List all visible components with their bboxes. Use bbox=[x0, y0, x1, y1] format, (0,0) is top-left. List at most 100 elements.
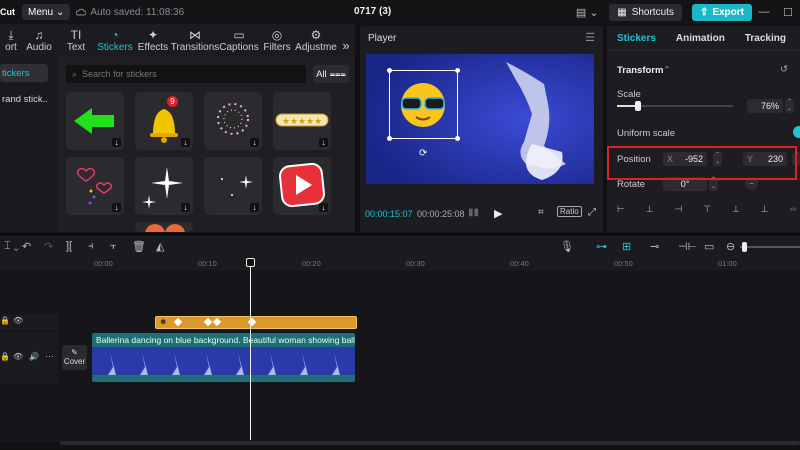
chevron-up-icon[interactable]: ⌃ bbox=[663, 65, 671, 76]
sticker-five-stars[interactable]: ★★★★★ ↓ bbox=[273, 92, 331, 150]
zoom-out-icon[interactable]: ⊖ bbox=[726, 240, 735, 253]
tab-captions[interactable]: ▭ Captions bbox=[218, 26, 260, 56]
minimize-icon[interactable]: — bbox=[752, 6, 776, 18]
sticker-play-button[interactable]: ↓ bbox=[273, 157, 331, 215]
sticker-small-sparkles[interactable]: ↓ bbox=[204, 157, 262, 215]
timeline-ruler[interactable]: 00:00 00:10 00:20 00:30 00:40 00:50 01:0… bbox=[0, 258, 800, 270]
video-preview[interactable]: ⟳ bbox=[366, 54, 594, 184]
magnet-snap-icon[interactable]: ⊶ bbox=[596, 240, 607, 253]
project-title[interactable]: 0717 (3) bbox=[354, 6, 391, 17]
align-right-icon[interactable]: ⊣ bbox=[674, 204, 682, 218]
eye-icon[interactable]: 👁 bbox=[13, 352, 23, 361]
split-right-icon[interactable]: ⫟ bbox=[110, 240, 117, 253]
split-icon[interactable]: ][ bbox=[66, 240, 72, 252]
tab-animation[interactable]: Animation bbox=[666, 26, 735, 50]
tab-filters[interactable]: ◎ Filters bbox=[260, 26, 294, 56]
download-icon[interactable]: ↓ bbox=[112, 138, 121, 147]
download-icon[interactable]: ↓ bbox=[319, 203, 328, 212]
tab-text[interactable]: TI Text bbox=[56, 26, 96, 56]
resize-handle[interactable] bbox=[387, 136, 392, 141]
reset-icon[interactable]: ↺ bbox=[780, 64, 788, 75]
redo-icon[interactable]: ↷ bbox=[44, 240, 53, 253]
distribute-icon[interactable]: ⇹ bbox=[789, 204, 797, 218]
uniform-scale-toggle[interactable] bbox=[793, 126, 800, 138]
tab-effects[interactable]: ✦ Effects bbox=[134, 26, 172, 56]
download-icon[interactable]: ↓ bbox=[250, 203, 259, 212]
tab-tracking[interactable]: Tracking bbox=[735, 26, 796, 50]
rotate-handle-icon[interactable]: ⟳ bbox=[419, 148, 427, 159]
layout-icon[interactable]: ▤ ⌄ bbox=[575, 6, 599, 19]
more-tabs-button[interactable]: » bbox=[338, 26, 354, 56]
scale-slider-thumb[interactable] bbox=[635, 101, 641, 111]
sticker-green-arrow[interactable]: ↓ bbox=[66, 92, 124, 150]
lock-icon[interactable]: 🔒 bbox=[0, 352, 10, 361]
playhead[interactable] bbox=[246, 258, 255, 440]
keyframe-marker[interactable] bbox=[203, 317, 213, 327]
sticker-search-input[interactable]: ⌕ Search for stickers bbox=[66, 65, 306, 83]
fullscreen-icon[interactable]: ⤢ bbox=[588, 207, 596, 218]
sticker-clip[interactable]: ☻ bbox=[155, 316, 357, 329]
sticker-partial[interactable] bbox=[135, 222, 193, 232]
sticker-bell[interactable]: 9 ↓ bbox=[135, 92, 193, 150]
cover-button[interactable]: ✎ Cover bbox=[62, 345, 87, 370]
zoom-slider-thumb[interactable] bbox=[742, 242, 747, 252]
crop-icon[interactable]: ⌗ bbox=[538, 207, 544, 218]
frame-grid-icon[interactable]: ▮▮ bbox=[468, 207, 479, 218]
align-bottom-icon[interactable]: ⊥ bbox=[761, 204, 769, 218]
keyframe-marker[interactable] bbox=[173, 317, 183, 327]
download-icon[interactable]: ↓ bbox=[319, 138, 328, 147]
export-button[interactable]: ⇪ Export bbox=[691, 3, 752, 21]
more-options-icon[interactable]: ··· bbox=[45, 351, 54, 361]
category-stickers[interactable]: tickers bbox=[0, 64, 48, 82]
play-icon[interactable]: ▶ bbox=[494, 207, 502, 220]
split-preview-icon[interactable]: ⊣⊢ bbox=[678, 240, 697, 253]
chain-link-icon[interactable]: ⊸ bbox=[650, 240, 659, 253]
tab-adjustment[interactable]: ⚙ Adjustme bbox=[294, 26, 338, 56]
lock-icon[interactable]: 🔒 bbox=[0, 316, 10, 325]
tab-stickers[interactable]: ◔ Stickers bbox=[96, 26, 134, 56]
link-clips-icon[interactable]: ⊞ bbox=[622, 240, 631, 253]
keyframe-marker[interactable] bbox=[212, 317, 222, 327]
sticker-twinkle-stars[interactable]: ↓ bbox=[135, 157, 193, 215]
video-clip[interactable]: Ballerina dancing on blue background. Be… bbox=[92, 333, 355, 382]
playhead-handle[interactable] bbox=[246, 258, 255, 267]
align-top-icon[interactable]: ⊤ bbox=[703, 204, 711, 218]
align-middle-v-icon[interactable]: ⊥ bbox=[732, 204, 740, 218]
menu-button[interactable]: Menu ⌄ bbox=[22, 4, 71, 20]
resize-handle[interactable] bbox=[455, 136, 460, 141]
eye-icon[interactable]: 👁 bbox=[13, 316, 23, 325]
speaker-icon[interactable]: 🔊 bbox=[29, 352, 39, 361]
category-brand-stickers[interactable]: rand stick... bbox=[0, 90, 48, 108]
sticker-hearts[interactable]: ↓ bbox=[66, 157, 124, 215]
shortcuts-button[interactable]: ▦ Shortcuts bbox=[609, 3, 682, 21]
scale-value-field[interactable]: 76% bbox=[747, 99, 783, 113]
scale-slider[interactable] bbox=[617, 101, 733, 111]
download-icon[interactable]: ↓ bbox=[181, 138, 190, 147]
resize-handle[interactable] bbox=[455, 68, 460, 73]
align-center-h-icon[interactable]: ⊥ bbox=[646, 204, 654, 218]
caption-tool-icon[interactable]: ▭ bbox=[704, 240, 714, 253]
split-left-icon[interactable]: ⫞ bbox=[88, 240, 94, 253]
delete-icon[interactable]: 🗑 bbox=[132, 240, 146, 253]
select-cursor-icon[interactable]: ⌶ ⌄ bbox=[4, 240, 19, 253]
download-icon[interactable]: ↓ bbox=[181, 203, 190, 212]
tab-transitions[interactable]: ⋈ Transitions bbox=[171, 26, 220, 56]
resize-handle[interactable] bbox=[387, 68, 392, 73]
zoom-slider[interactable] bbox=[740, 242, 800, 252]
ratio-button[interactable]: Ratio bbox=[557, 206, 582, 217]
timeline-scrollbar[interactable] bbox=[60, 441, 800, 445]
mirror-icon[interactable]: ◭ bbox=[156, 240, 164, 253]
sticker-selection-box[interactable] bbox=[387, 68, 460, 141]
sticker-sparkle-ring[interactable]: ↓ bbox=[204, 92, 262, 150]
align-left-icon[interactable]: ⊢ bbox=[617, 204, 625, 218]
download-icon[interactable]: ↓ bbox=[112, 203, 121, 212]
maximize-icon[interactable]: ☐ bbox=[776, 6, 800, 19]
menu-icon[interactable]: ☰ bbox=[585, 31, 595, 44]
microphone-icon[interactable]: 🎙 bbox=[560, 240, 574, 253]
tab-audio[interactable]: ♫ Audio bbox=[22, 26, 56, 56]
filter-dropdown[interactable]: All ⩶ bbox=[313, 65, 349, 83]
undo-icon[interactable]: ↶ bbox=[22, 240, 31, 253]
scale-stepper[interactable]: ⌃ ⌄ bbox=[785, 99, 794, 113]
tab-import[interactable]: ⤓ ort bbox=[0, 26, 22, 56]
download-icon[interactable]: ↓ bbox=[250, 138, 259, 147]
